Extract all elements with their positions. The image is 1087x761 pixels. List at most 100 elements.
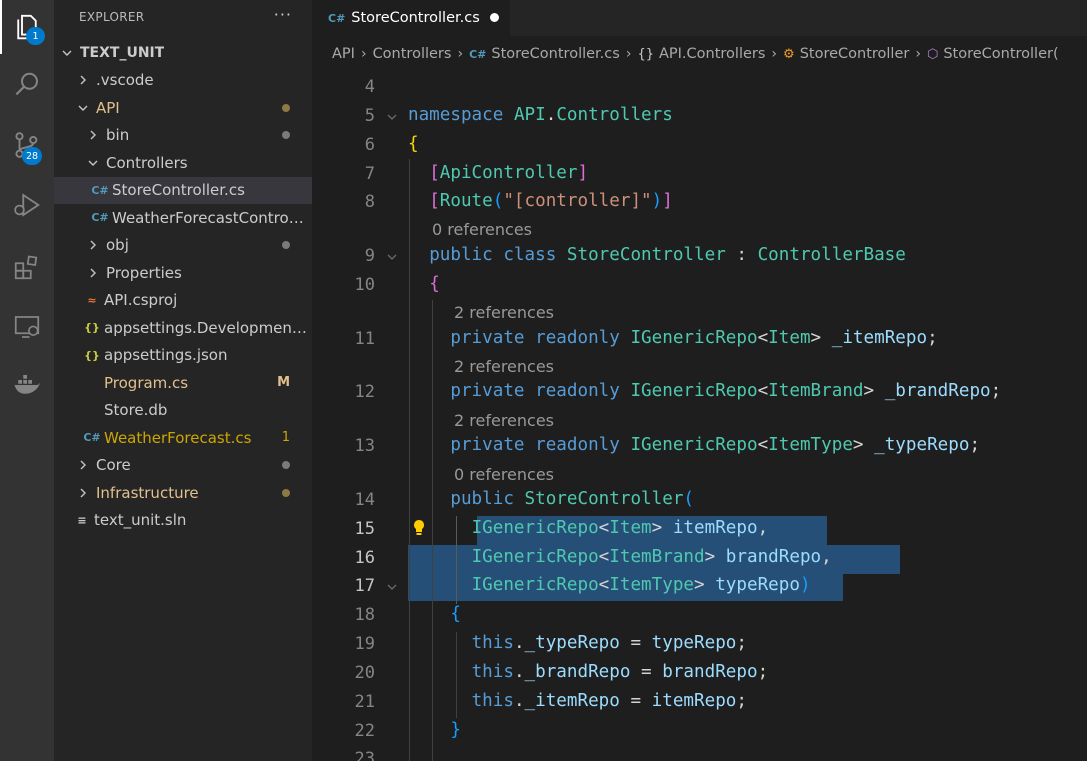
tree-item-infrastructure[interactable]: Infrastructure: [54, 479, 312, 507]
line-number: 8: [364, 192, 375, 212]
tree-item-controllers[interactable]: Controllers: [54, 149, 312, 177]
fold-chevron-icon[interactable]: [386, 111, 398, 123]
tree-item-label: text_unit.sln: [94, 511, 187, 530]
activity-bar: 1 28: [0, 0, 54, 761]
fold-chevron-icon[interactable]: [386, 581, 398, 593]
tree-item-weatherforecastcontroller[interactable]: C# WeatherForecastController.cs: [54, 204, 312, 232]
chevron-right-icon: [86, 128, 100, 142]
docker-view-button[interactable]: [0, 358, 54, 412]
extensions-icon: [14, 255, 38, 280]
chevron-right-icon: [76, 73, 90, 87]
breadcrumb-item[interactable]: StoreController: [800, 46, 910, 62]
breadcrumb-item[interactable]: API.Controllers: [659, 46, 765, 62]
tree-item-program[interactable]: Program.cs M: [54, 369, 312, 397]
code-line: IGenericRepo<ItemType> typeRepo): [471, 575, 811, 595]
tree-item-label: .vscode: [96, 71, 154, 90]
code-line: {: [408, 134, 419, 154]
breadcrumb-item[interactable]: Controllers: [373, 46, 452, 62]
tree-item-properties[interactable]: Properties: [54, 259, 312, 287]
codelens-references[interactable]: 2 references: [454, 357, 554, 376]
code-line: [Route("[controller]")]: [429, 191, 673, 211]
remote-explorer-icon: [14, 316, 40, 338]
tree-item-label: obj: [106, 236, 129, 255]
unsaved-dot-icon[interactable]: [490, 13, 499, 22]
tab-bar: C# StoreController.cs: [312, 0, 1087, 36]
tree-item-weatherforecast[interactable]: C# WeatherForecast.cs 1: [54, 424, 312, 452]
chevron-right-icon: ›: [625, 46, 632, 62]
line-number: 5: [364, 106, 375, 126]
json-file-icon: {}: [84, 348, 100, 362]
tree-item-label: Store.db: [104, 401, 168, 420]
tree-item-label: Controllers: [106, 153, 188, 172]
tree-item-label: StoreController.cs: [112, 181, 245, 200]
codelens-references[interactable]: 0 references: [432, 220, 532, 239]
source-control-view-button[interactable]: 28: [0, 118, 54, 172]
search-icon: [15, 72, 38, 96]
line-number: 13: [354, 436, 375, 456]
code-editor[interactable]: 4 5 6 7 8 9 10 11 12 13 14 15 16 17 18 1…: [312, 72, 1087, 761]
tree-item-core[interactable]: Core: [54, 452, 312, 480]
line-number: 17: [354, 576, 375, 596]
tree-item-appsettings[interactable]: {} appsettings.json: [54, 342, 312, 370]
line-number: 14: [354, 490, 375, 510]
tree-item-label: bin: [106, 126, 130, 145]
git-modified-dot: [282, 94, 290, 122]
codelens-references[interactable]: 2 references: [454, 303, 554, 322]
chevron-right-icon: ›: [457, 46, 464, 62]
json-file-icon: {}: [84, 321, 100, 335]
more-actions-button[interactable]: ···: [274, 5, 292, 24]
git-dot: [282, 232, 290, 260]
explorer-view-button[interactable]: 1: [0, 0, 54, 54]
csharp-file-icon: C#: [469, 47, 487, 61]
line-number: 7: [364, 164, 375, 184]
tree-item-api-csproj[interactable]: ≈ API.csproj: [54, 287, 312, 315]
line-number: 6: [364, 135, 375, 155]
tree-item-label: appsettings.json: [104, 346, 228, 365]
tree-item-text-unit-sln[interactable]: ≡ text_unit.sln: [54, 507, 312, 535]
chevron-down-icon: [76, 101, 90, 115]
tree-item-obj[interactable]: obj: [54, 232, 312, 260]
solution-file-icon: ≡: [77, 513, 87, 527]
breadcrumb-item[interactable]: API: [332, 46, 355, 62]
fold-chevron-icon[interactable]: [386, 251, 398, 263]
breadcrumb-item[interactable]: StoreController(: [943, 46, 1058, 62]
codelens-references[interactable]: 2 references: [454, 411, 554, 430]
tree-item-appsettings-development[interactable]: {} appsettings.Development.json: [54, 314, 312, 342]
breadcrumb-item[interactable]: StoreController.cs: [491, 46, 619, 62]
tree-item-label: Core: [96, 456, 131, 475]
line-number: 18: [354, 605, 375, 625]
tree-item-label: Program.cs: [104, 373, 189, 392]
codelens-references[interactable]: 0 references: [454, 465, 554, 484]
tree-item-label: WeatherForecastController.cs: [112, 208, 304, 227]
tab-storecontroller[interactable]: C# StoreController.cs: [312, 0, 510, 36]
search-view-button[interactable]: [0, 58, 54, 112]
namespace-icon: {}: [637, 46, 654, 62]
tree-item-label: appsettings.Development.json: [104, 318, 308, 337]
tree-root-text-unit[interactable]: TEXT_UNIT: [54, 39, 312, 67]
line-number: 19: [354, 634, 375, 654]
sidebar-title: EXPLORER: [79, 10, 145, 24]
tree-item-vscode[interactable]: .vscode: [54, 67, 312, 95]
csharp-file-icon: C#: [83, 431, 101, 445]
tree-item-label: Infrastructure: [96, 483, 199, 502]
tree-item-bin[interactable]: bin: [54, 122, 312, 150]
extensions-view-button[interactable]: [0, 240, 54, 294]
line-number: 21: [354, 692, 375, 712]
editor-area: C# StoreController.cs API › Controllers …: [312, 0, 1087, 761]
line-number: 9: [364, 246, 375, 266]
code-line: this._itemRepo = itemRepo;: [471, 691, 747, 711]
tree-item-store-db[interactable]: Store.db: [54, 397, 312, 425]
run-debug-view-button[interactable]: [0, 178, 54, 232]
code-line: public class StoreController : Controlle…: [429, 245, 906, 265]
code-line: {: [429, 274, 440, 294]
chevron-right-icon: [76, 458, 90, 472]
code-line: private readonly IGenericRepo<Item> _ite…: [450, 328, 938, 348]
line-number: 10: [354, 275, 375, 295]
tree-item-storecontroller[interactable]: C# StoreController.cs: [54, 176, 312, 204]
code-line: IGenericRepo<ItemBrand> brandRepo,: [471, 547, 832, 567]
tree-item-label: API: [96, 98, 120, 117]
code-line: IGenericRepo<Item> itemRepo,: [471, 518, 769, 538]
code-line: {: [450, 604, 461, 624]
tree-item-api[interactable]: API: [54, 94, 312, 122]
remote-explorer-view-button[interactable]: [0, 300, 54, 354]
